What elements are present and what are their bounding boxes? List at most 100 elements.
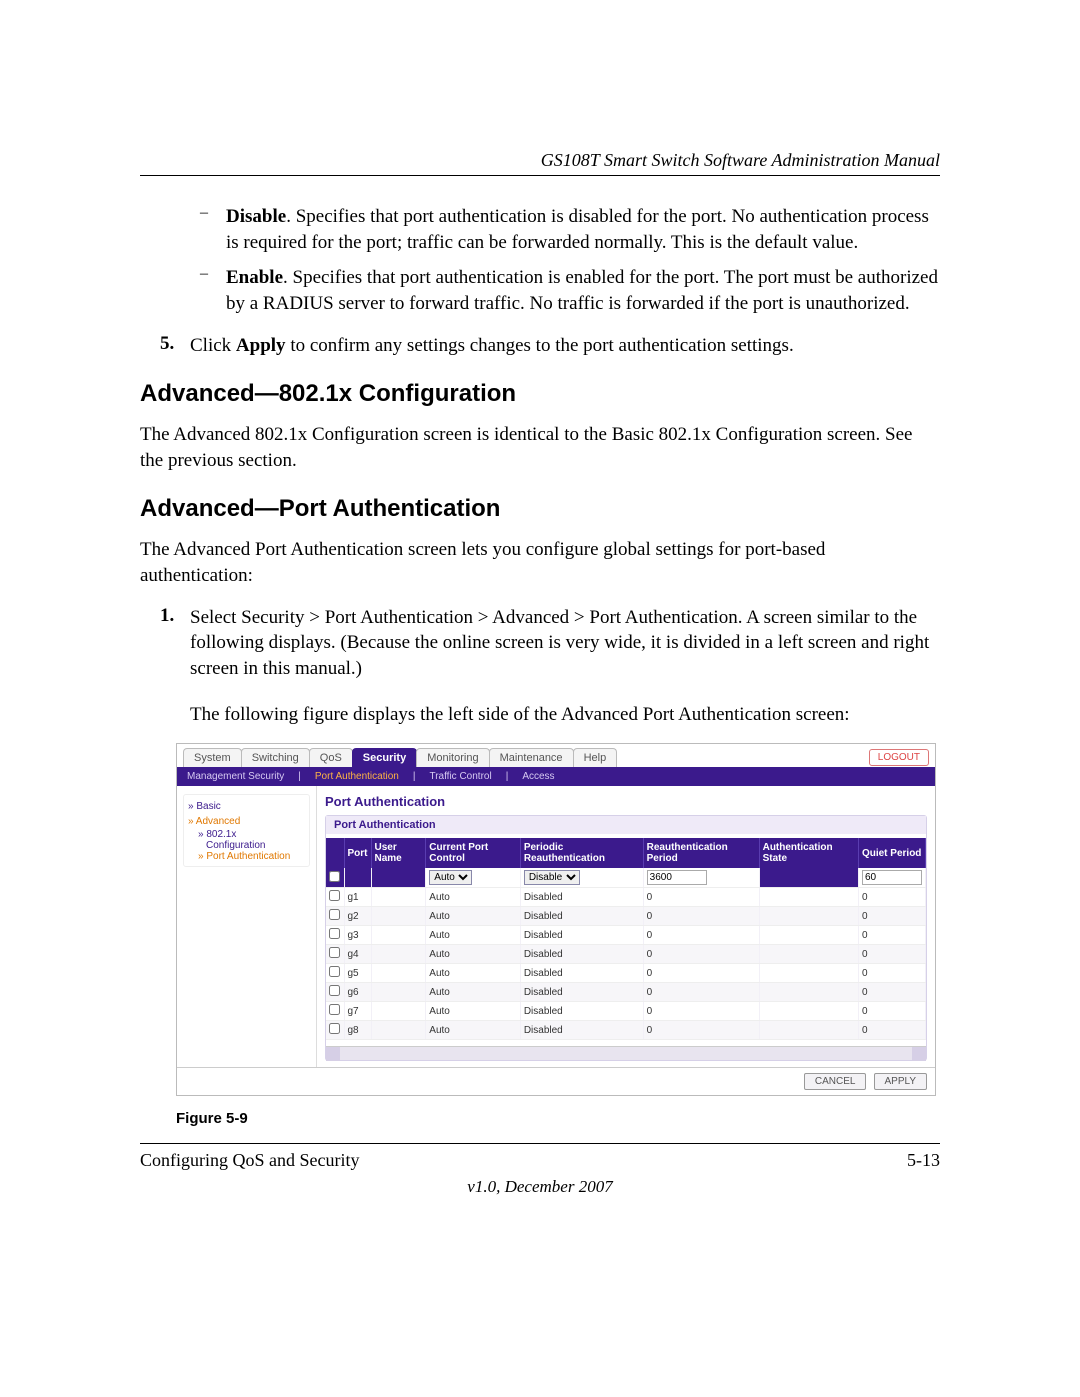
bullet-lead: Disable — [226, 206, 286, 227]
table-row: g7AutoDisabled00 — [326, 1002, 926, 1021]
action-bar: CANCEL APPLY — [177, 1067, 935, 1095]
footer-right: 5-13 — [907, 1150, 940, 1171]
quiet-input[interactable] — [862, 870, 922, 885]
cell-username — [371, 1002, 426, 1021]
page-title: Port Authentication — [325, 794, 927, 809]
table-row: g2AutoDisabled00 — [326, 907, 926, 926]
table-row: g3AutoDisabled00 — [326, 926, 926, 945]
cell-port: g1 — [344, 888, 371, 907]
periodic-select[interactable]: Disable — [524, 870, 580, 885]
cell-periodic: Disabled — [520, 964, 643, 983]
cell-username — [371, 983, 426, 1002]
cell-reauth: 0 — [643, 945, 759, 964]
cell-quiet: 0 — [858, 945, 925, 964]
horizontal-scrollbar[interactable] — [326, 1046, 926, 1060]
subnav-mgmt-sec[interactable]: Management Security — [187, 771, 284, 782]
step-number-5: 5. — [160, 333, 190, 359]
tab-monitoring[interactable]: Monitoring — [416, 748, 489, 767]
cell-auth-state — [759, 1021, 858, 1040]
figure-caption: Figure 5-9 — [176, 1110, 940, 1127]
cell-quiet: 0 — [858, 888, 925, 907]
cell-reauth: 0 — [643, 888, 759, 907]
row-checkbox[interactable] — [329, 947, 340, 958]
cell-auth-state — [759, 1002, 858, 1021]
cell-port-control: Auto — [426, 926, 521, 945]
cell-quiet: 0 — [858, 1002, 925, 1021]
step-5-text: Click Apply to confirm any settings chan… — [190, 333, 794, 359]
table-row: g6AutoDisabled00 — [326, 983, 926, 1002]
bullet-disable: Disable. Specifies that port authenticat… — [226, 204, 940, 255]
row-checkbox[interactable] — [329, 985, 340, 996]
row-checkbox[interactable] — [329, 890, 340, 901]
cell-username — [371, 1021, 426, 1040]
col-quiet-period: Quiet Period — [858, 838, 925, 868]
logout-button[interactable]: LOGOUT — [869, 749, 929, 766]
cell-periodic: Disabled — [520, 907, 643, 926]
cell-port-control: Auto — [426, 907, 521, 926]
ui-screenshot: System Switching QoS Security Monitoring… — [176, 743, 936, 1096]
tab-qos[interactable]: QoS — [309, 748, 353, 767]
sidebar-8021x-label: 802.1x — [206, 829, 236, 840]
subnav-traffic[interactable]: Traffic Control — [429, 771, 491, 782]
apply-button[interactable]: APPLY — [874, 1073, 928, 1090]
col-reauth-period: Reauthentication Period — [643, 838, 759, 868]
row-checkbox[interactable] — [329, 966, 340, 977]
cell-auth-state — [759, 945, 858, 964]
row-checkbox[interactable] — [329, 1023, 340, 1034]
port-auth-table: Port User Name Current Port Control Peri… — [326, 838, 926, 1040]
cell-port-control: Auto — [426, 1002, 521, 1021]
cell-username — [371, 888, 426, 907]
sidebar-basic[interactable]: » Basic — [188, 799, 305, 814]
subnav-port-auth[interactable]: Port Authentication — [315, 771, 399, 782]
footer-left: Configuring QoS and Security — [140, 1150, 359, 1171]
cell-reauth: 0 — [643, 926, 759, 945]
sidebar-port-auth[interactable]: » Port Authentication — [188, 851, 305, 862]
row-checkbox[interactable] — [329, 928, 340, 939]
row-checkbox[interactable] — [329, 909, 340, 920]
cell-port-control: Auto — [426, 888, 521, 907]
cell-username — [371, 945, 426, 964]
cell-port-control: Auto — [426, 964, 521, 983]
col-port: Port — [344, 838, 371, 868]
tab-switching[interactable]: Switching — [241, 748, 310, 767]
tab-help[interactable]: Help — [573, 748, 618, 767]
bullet-text: . Specifies that port authentication is … — [226, 206, 929, 253]
sidebar-port-auth-label: Port Authentication — [206, 851, 290, 862]
sidebar: » Basic » Advanced » 802.1x Configuratio… — [177, 786, 317, 1067]
col-check — [326, 838, 344, 868]
cell-quiet: 0 — [858, 983, 925, 1002]
cell-auth-state — [759, 907, 858, 926]
cell-username — [371, 964, 426, 983]
cancel-button[interactable]: CANCEL — [804, 1073, 867, 1090]
col-periodic: Periodic Reauthentication — [520, 838, 643, 868]
subnav-access[interactable]: Access — [522, 771, 554, 782]
col-port-control: Current Port Control — [426, 838, 521, 868]
cell-port: g7 — [344, 1002, 371, 1021]
dash: – — [200, 265, 226, 316]
cell-reauth: 0 — [643, 1021, 759, 1040]
cell-port: g6 — [344, 983, 371, 1002]
sub-nav: Management Security | Port Authenticatio… — [177, 767, 935, 786]
tab-security[interactable]: Security — [352, 748, 417, 767]
sidebar-8021x[interactable]: » 802.1x — [188, 829, 305, 840]
cell-reauth: 0 — [643, 983, 759, 1002]
tab-maintenance[interactable]: Maintenance — [489, 748, 574, 767]
cell-auth-state — [759, 983, 858, 1002]
reauth-input[interactable] — [647, 870, 707, 885]
subnav-sep: | — [413, 771, 416, 782]
subnav-sep: | — [506, 771, 509, 782]
row-checkbox[interactable] — [329, 1004, 340, 1015]
col-auth-state: Authentication State — [759, 838, 858, 868]
step-number-1: 1. — [160, 605, 190, 682]
para-8021x: The Advanced 802.1x Configuration screen… — [140, 422, 940, 473]
tab-system[interactable]: System — [183, 748, 242, 767]
cell-port: g3 — [344, 926, 371, 945]
cell-quiet: 0 — [858, 907, 925, 926]
table-row: g1AutoDisabled00 — [326, 888, 926, 907]
select-all-checkbox[interactable] — [329, 871, 340, 882]
port-control-select[interactable]: Auto — [429, 870, 472, 885]
sidebar-config[interactable]: Configuration — [188, 840, 305, 851]
sidebar-advanced[interactable]: » Advanced — [188, 814, 305, 829]
heading-port-auth: Advanced—Port Authentication — [140, 495, 940, 523]
sidebar-basic-label: Basic — [196, 801, 220, 812]
